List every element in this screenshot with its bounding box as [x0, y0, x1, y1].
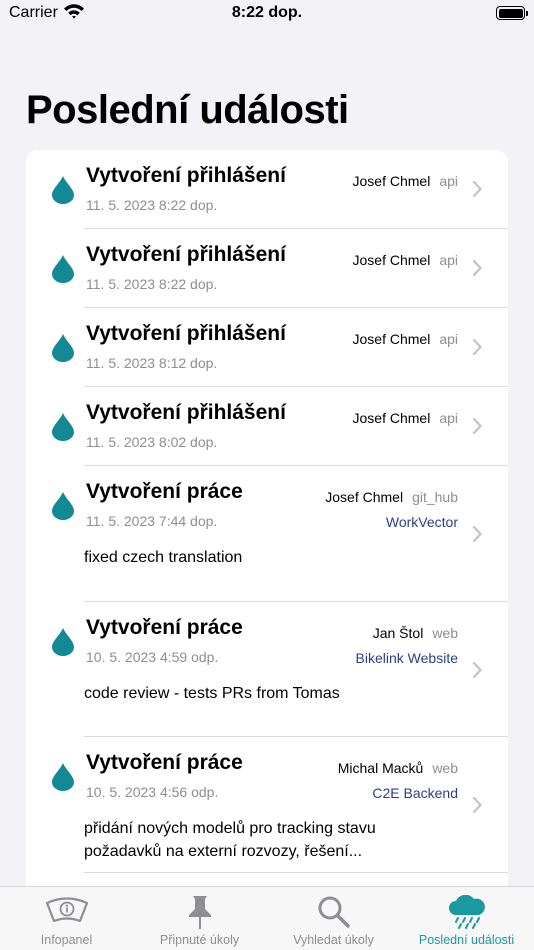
- event-source: api: [439, 331, 458, 347]
- event-row[interactable]: Vytvoření přihlášení 11. 5. 2023 8:22 do…: [26, 229, 508, 308]
- pin-icon: [188, 896, 211, 929]
- event-title: Vytvoření práce: [86, 480, 243, 503]
- event-source: api: [439, 173, 458, 189]
- row-divider: [84, 872, 508, 873]
- event-source: web: [432, 760, 458, 776]
- event-meta: Josef Chmel git_hub: [325, 489, 458, 505]
- clock: 8:22 dop.: [231, 4, 303, 21]
- page-title: Poslední události: [26, 88, 349, 132]
- event-user: Josef Chmel: [325, 489, 404, 505]
- tab-search-tasks[interactable]: Vyhledat úkoly: [267, 887, 400, 950]
- tab-pinned-tasks[interactable]: Připnuté úkoly: [133, 887, 266, 950]
- event-meta: Michal Macků web: [338, 760, 458, 776]
- tab-infopanel[interactable]: Infopanel: [0, 887, 133, 950]
- event-date: 10. 5. 2023 4:59 odp.: [86, 649, 219, 665]
- event-meta: Josef Chmel api: [353, 173, 459, 189]
- battery-icon: [496, 6, 528, 20]
- event-meta: Jan Štol web: [373, 625, 458, 641]
- tab-label: Vyhledat úkoly: [293, 933, 374, 947]
- event-project-link[interactable]: C2E Backend: [372, 785, 458, 801]
- event-source: web: [432, 625, 458, 641]
- chevron-right-icon: [472, 662, 482, 678]
- event-project-link[interactable]: Bikelink Website: [356, 650, 458, 666]
- event-row[interactable]: Vytvoření práce 10. 5. 2023 4:56 odp. Mi…: [26, 737, 508, 873]
- event-source: api: [439, 410, 458, 426]
- event-user: Michal Macků: [337, 760, 424, 776]
- event-description: přidání nových modelů pro tracking stavu…: [84, 820, 376, 860]
- magnifier-icon: [318, 896, 350, 928]
- event-title: Vytvoření práce: [86, 751, 243, 774]
- event-row[interactable]: Vytvoření přihlášení 11. 5. 2023 8:22 do…: [26, 150, 508, 229]
- dashboard-gauge-icon: [45, 897, 88, 923]
- event-title: Vytvoření práce: [86, 616, 243, 639]
- event-meta: Josef Chmel api: [353, 252, 459, 268]
- chevron-right-icon: [472, 418, 482, 434]
- drop-icon: [52, 492, 74, 520]
- event-date: 10. 5. 2023 4:56 odp.: [86, 784, 219, 800]
- drop-icon: [52, 763, 74, 791]
- event-title: Vytvoření přihlášení: [86, 401, 286, 424]
- event-user: Josef Chmel: [352, 331, 431, 347]
- event-source: git_hub: [412, 489, 458, 505]
- status-bar: Carrier 8:22 dop.: [0, 0, 534, 30]
- tab-label: Připnuté úkoly: [159, 933, 240, 947]
- event-description: code review - tests PRs from Tomas: [84, 685, 340, 702]
- event-title: Vytvoření přihlášení: [86, 322, 286, 345]
- event-meta: Josef Chmel api: [353, 331, 459, 347]
- drop-icon: [52, 413, 74, 441]
- chevron-right-icon: [472, 260, 482, 276]
- event-row[interactable]: Vytvoření práce 10. 5. 2023 4:59 odp. Ja…: [26, 602, 508, 737]
- event-date: 11. 5. 2023 7:44 dop.: [86, 513, 218, 529]
- event-meta: Josef Chmel api: [353, 410, 459, 426]
- cloud-rain-icon: [448, 895, 485, 929]
- event-date: 11. 5. 2023 8:02 dop.: [86, 434, 218, 450]
- event-project-link[interactable]: WorkVector: [386, 514, 458, 530]
- event-user: Josef Chmel: [352, 252, 431, 268]
- drop-icon: [52, 334, 74, 362]
- chevron-right-icon: [472, 797, 482, 813]
- event-description: fixed czech translation: [84, 549, 243, 566]
- event-title: Vytvoření přihlášení: [86, 164, 286, 187]
- event-user: Jan Štol: [372, 625, 424, 641]
- tab-recent-events[interactable]: Poslední události: [400, 887, 533, 950]
- drop-icon: [52, 176, 74, 204]
- event-user: Josef Chmel: [352, 410, 431, 426]
- drop-icon: [52, 628, 74, 656]
- event-date: 11. 5. 2023 8:22 dop.: [86, 197, 218, 213]
- drop-icon: [52, 255, 74, 283]
- event-row[interactable]: Vytvoření práce 11. 5. 2023 7:44 dop. Jo…: [26, 466, 508, 602]
- event-title: Vytvoření přihlášení: [86, 243, 286, 266]
- chevron-right-icon: [472, 181, 482, 197]
- event-user: Josef Chmel: [352, 173, 431, 189]
- event-row[interactable]: Vytvoření přihlášení 11. 5. 2023 8:02 do…: [26, 387, 508, 466]
- events-list: Vytvoření přihlášení 11. 5. 2023 8:22 do…: [26, 150, 508, 910]
- chevron-right-icon: [472, 526, 482, 542]
- event-row[interactable]: Vytvoření přihlášení 11. 5. 2023 8:12 do…: [26, 308, 508, 387]
- event-date: 11. 5. 2023 8:12 dop.: [86, 355, 218, 371]
- event-date: 11. 5. 2023 8:22 dop.: [86, 276, 218, 292]
- tab-label: Poslední události: [418, 933, 515, 947]
- chevron-right-icon: [472, 339, 482, 355]
- tab-label: Infopanel: [40, 933, 93, 947]
- tab-bar: Infopanel Připnuté úkoly Vyhledat úkoly …: [0, 886, 534, 950]
- event-source: api: [439, 252, 458, 268]
